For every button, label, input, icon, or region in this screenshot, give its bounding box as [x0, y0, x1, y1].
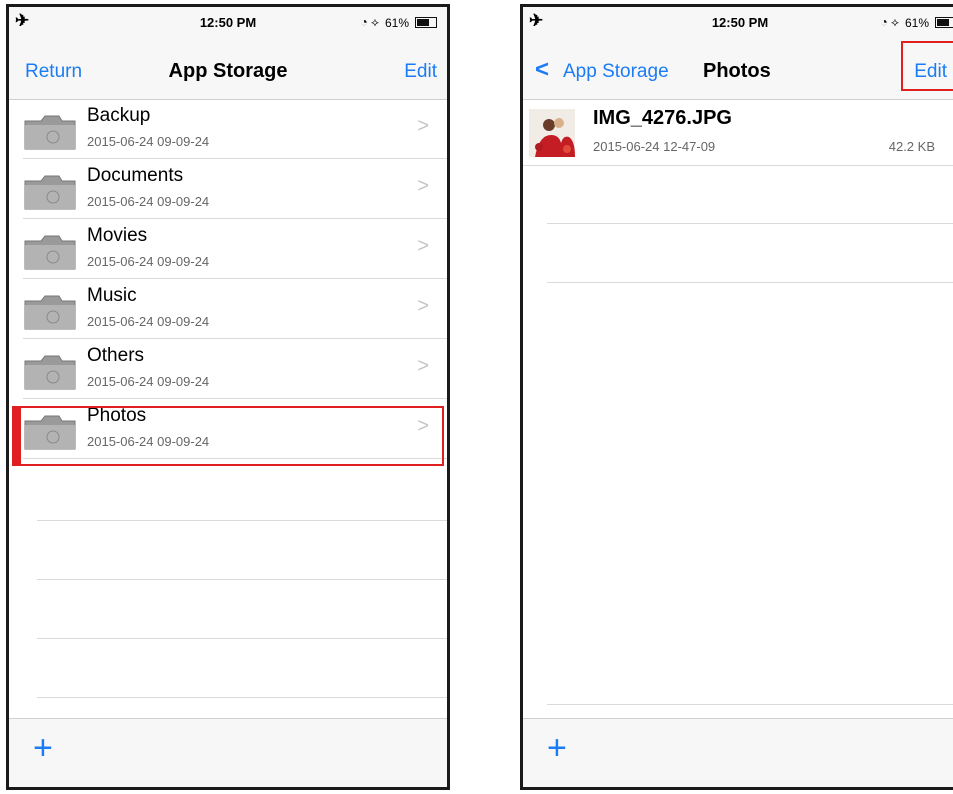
- empty-divider: [547, 282, 953, 283]
- chevron-right-icon: >: [417, 295, 429, 317]
- folder-name: Backup: [87, 105, 151, 126]
- app-storage-screen: ✈ 12:50 PM ◔ ⟡ 61% Return App Storage Ed…: [6, 4, 450, 790]
- status-bar: ✈ 12:50 PM ◔ ⟡ 61%: [523, 7, 953, 37]
- folder-row-documents[interactable]: Documents 2015-06-24 09-09-24 >: [23, 159, 447, 219]
- folder-icon: [24, 115, 76, 150]
- battery-percent: 61%: [904, 15, 929, 30]
- file-name: IMG_4276.JPG: [593, 107, 732, 129]
- file-size: 42.2 KB: [888, 139, 935, 154]
- folder-icon: [24, 175, 76, 210]
- add-button[interactable]: +: [547, 729, 567, 768]
- page-title: Photos: [703, 60, 771, 82]
- empty-divider: [37, 638, 447, 639]
- navigation-bar: Return App Storage Edit: [9, 37, 447, 100]
- bottom-toolbar: +: [523, 718, 953, 787]
- add-button[interactable]: +: [33, 729, 53, 768]
- folder-row-music[interactable]: Music 2015-06-24 09-09-24 >: [23, 279, 447, 339]
- folder-name: Others: [87, 345, 145, 366]
- chevron-left-icon[interactable]: <: [535, 56, 549, 84]
- photos-screen: ✈ 12:50 PM ◔ ⟡ 61% < App Storage Photos …: [520, 4, 953, 790]
- battery-icon: [935, 17, 953, 28]
- selection-highlight-box: [12, 406, 444, 466]
- folder-name: Documents: [87, 165, 184, 186]
- battery-percent: 61%: [384, 15, 409, 30]
- empty-divider: [547, 704, 953, 705]
- folder-icon: [24, 235, 76, 270]
- empty-divider: [547, 223, 953, 224]
- folder-row-backup[interactable]: Backup 2015-06-24 09-09-24 >: [23, 99, 447, 159]
- bottom-toolbar: +: [9, 718, 447, 787]
- edit-button[interactable]: Edit: [404, 61, 437, 83]
- chevron-right-icon: >: [417, 175, 429, 197]
- folder-icon: [24, 295, 76, 330]
- folder-row-others[interactable]: Others 2015-06-24 09-09-24 >: [23, 339, 447, 399]
- folder-name: Music: [87, 285, 137, 306]
- status-right: ◔ ⟡ 61%: [360, 15, 437, 30]
- battery-icon: [415, 17, 437, 28]
- chevron-right-icon: >: [417, 115, 429, 137]
- folder-name: Movies: [87, 225, 148, 246]
- edit-highlight-box: [901, 41, 953, 91]
- wifi-icon: ◔ ⟡: [360, 15, 379, 29]
- folder-date: 2015-06-24 09-09-24: [87, 254, 210, 269]
- status-bar: ✈ 12:50 PM ◔ ⟡ 61%: [9, 7, 447, 37]
- chevron-right-icon: >: [417, 235, 429, 257]
- wifi-icon: ◔ ⟡: [880, 15, 899, 29]
- empty-divider: [37, 697, 447, 698]
- file-date: 2015-06-24 12-47-09: [593, 139, 716, 154]
- folder-list: Backup 2015-06-24 09-09-24 > Documents 2…: [9, 99, 447, 459]
- empty-divider: [37, 520, 447, 521]
- folder-icon: [24, 355, 76, 390]
- navigation-bar: < App Storage Photos Edit: [523, 37, 953, 100]
- back-button[interactable]: App Storage: [563, 61, 669, 83]
- folder-date: 2015-06-24 09-09-24: [87, 134, 210, 149]
- folder-date: 2015-06-24 09-09-24: [87, 314, 210, 329]
- page-title: App Storage: [168, 60, 288, 82]
- status-right: ◔ ⟡ 61%: [880, 15, 953, 30]
- file-row[interactable]: IMG_4276.JPG 2015-06-24 12-47-09 42.2 KB: [523, 99, 953, 166]
- chevron-right-icon: >: [417, 355, 429, 377]
- photo-thumbnail: [529, 109, 575, 157]
- folder-date: 2015-06-24 09-09-24: [87, 374, 210, 389]
- folder-row-movies[interactable]: Movies 2015-06-24 09-09-24 >: [23, 219, 447, 279]
- folder-date: 2015-06-24 09-09-24: [87, 194, 210, 209]
- empty-divider: [37, 579, 447, 580]
